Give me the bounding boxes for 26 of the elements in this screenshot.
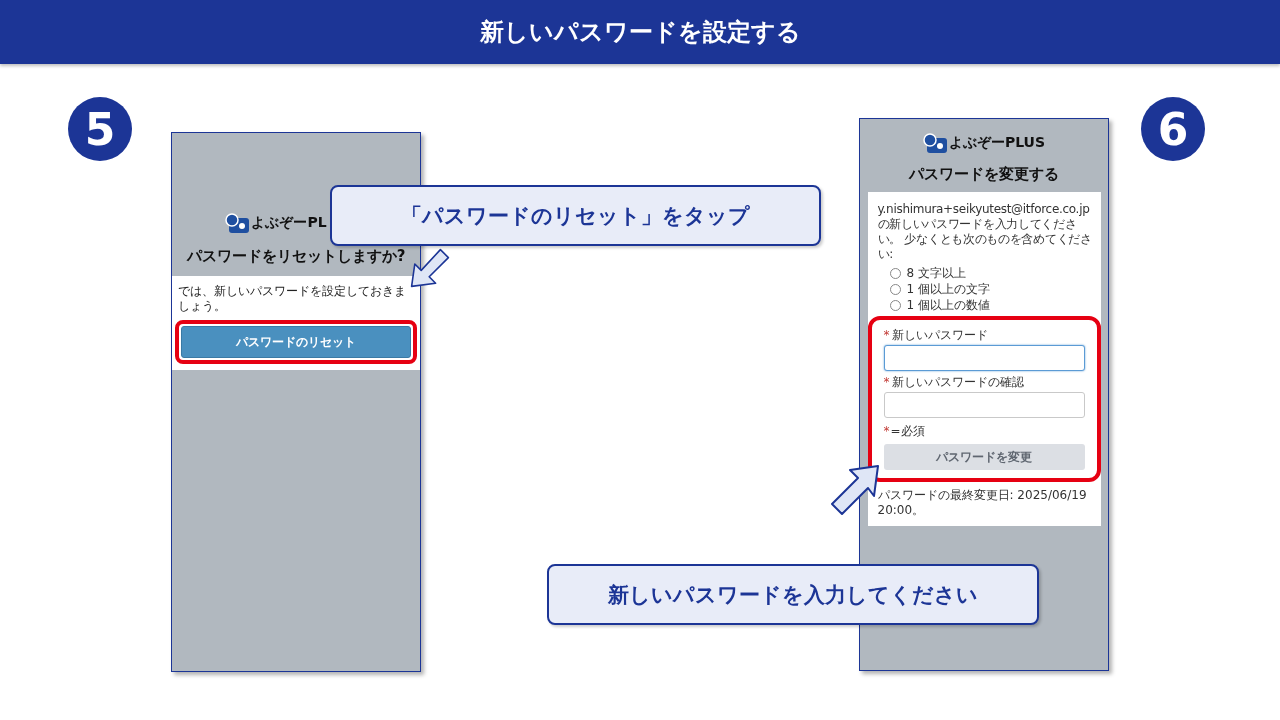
requirement-label: 8 文字以上 xyxy=(906,266,966,280)
step-badge: 5 xyxy=(68,97,132,161)
callout-note: 新しいパスワードを入力してください xyxy=(547,564,1039,625)
requirement-label: 1 個以上の数値 xyxy=(906,298,990,312)
brand-name: よぶぞーPLUS xyxy=(948,134,1046,152)
required-mark: * xyxy=(883,375,890,389)
intro-text: y.nishimura+seikyutest@itforce.co.jp の新しいパスワードを入力してください。 少なくとも次のものを含めてください: xyxy=(877,202,1093,262)
logo-icon xyxy=(922,133,947,153)
message-text: では、新しいパスワードを設定しておきましょう。 xyxy=(178,284,407,314)
password-field[interactable] xyxy=(883,392,1085,418)
step-badge: 6 xyxy=(1141,97,1205,161)
screen-title: パスワードをリセットしますか? xyxy=(186,247,406,266)
field-label: 新しいパスワード xyxy=(891,328,988,342)
slide-title: 新しいパスワードを設定する xyxy=(479,17,801,48)
required-mark: * xyxy=(883,424,890,438)
last-changed-text: パスワードの最終変更日: 2025/06/19 20:00。 xyxy=(877,488,1088,518)
brand-name: よぶぞーPL xyxy=(251,214,327,232)
required-mark: * xyxy=(883,328,890,342)
callout-note: 「パスワードのリセット」をタップ xyxy=(330,185,821,246)
field-label: 新しいパスワードの確認 xyxy=(891,375,1024,389)
screen-title: パスワードを変更する xyxy=(909,165,1059,184)
required-legend: =必須 xyxy=(890,424,925,438)
logo-icon xyxy=(225,213,250,233)
requirement-label: 1 個以上の文字 xyxy=(906,282,990,296)
reset-button[interactable]: パスワードのリセット xyxy=(181,326,411,358)
password-field[interactable] xyxy=(883,345,1085,371)
